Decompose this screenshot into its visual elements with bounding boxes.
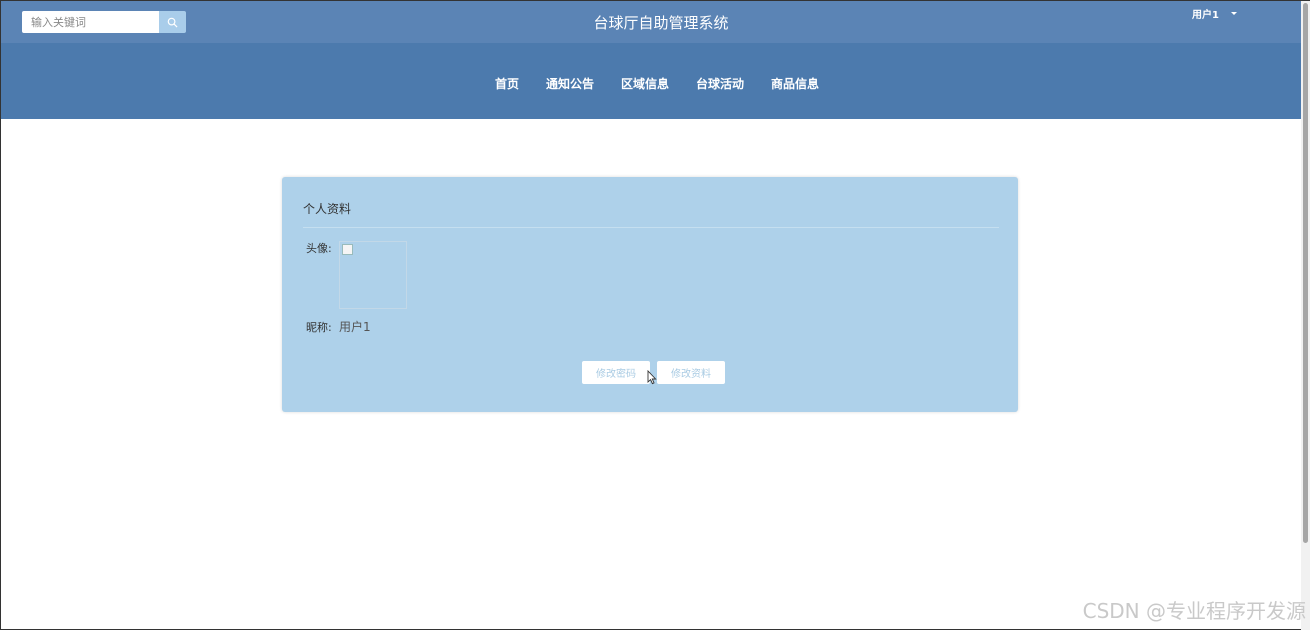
nav-item-home[interactable]: 首页 (495, 75, 519, 92)
edit-profile-button[interactable]: 修改资料 (657, 361, 725, 384)
nickname-value: 用户1 (339, 320, 371, 334)
change-password-button[interactable]: 修改密码 (582, 361, 650, 384)
scrollbar-thumb[interactable] (1303, 3, 1308, 543)
nav-item-areas[interactable]: 区域信息 (621, 75, 669, 92)
user-menu[interactable]: 用户1 (1192, 6, 1237, 21)
mouse-cursor-icon (647, 370, 657, 385)
avatar-label: 头像: (306, 242, 332, 255)
divider (303, 227, 999, 228)
broken-image-icon (342, 244, 353, 255)
top-bar: 台球厅自助管理系统 用户1 (1, 1, 1301, 43)
nav-item-products[interactable]: 商品信息 (771, 75, 819, 92)
caret-down-icon (1230, 12, 1237, 15)
watermark: CSDN @专业程序开发源 (1082, 599, 1306, 623)
site-title: 台球厅自助管理系统 (593, 14, 729, 32)
user-name: 用户1 (1192, 10, 1219, 21)
nickname-label: 昵称: (306, 321, 332, 334)
card-title: 个人资料 (303, 202, 352, 216)
nav-item-activities[interactable]: 台球活动 (696, 75, 744, 92)
avatar (339, 241, 407, 309)
page: 台球厅自助管理系统 用户1 首页 通知公告 区域信息 台球活动 商品信息 个人资… (0, 0, 1310, 630)
nav-item-notices[interactable]: 通知公告 (546, 75, 594, 92)
scrollbar[interactable] (1301, 1, 1310, 630)
main-nav: 首页 通知公告 区域信息 台球活动 商品信息 (1, 75, 1310, 92)
